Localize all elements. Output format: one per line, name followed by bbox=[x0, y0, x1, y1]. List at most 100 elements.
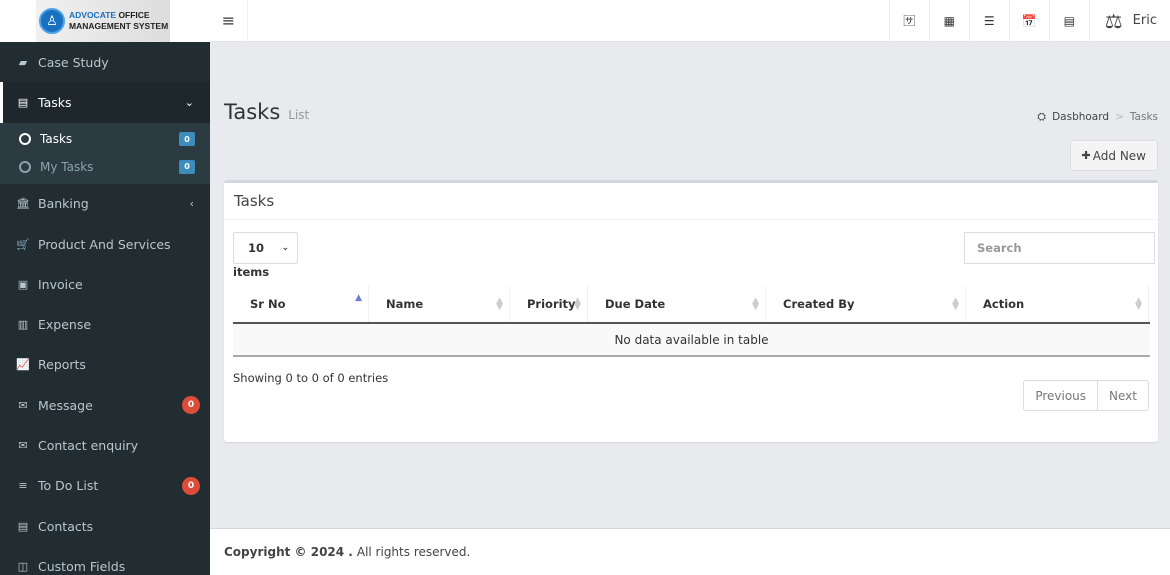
add-new-label: Add New bbox=[1092, 148, 1146, 163]
sidebar-item-invoice[interactable]: ▣ Invoice bbox=[0, 264, 210, 304]
sort-icon: ▲ ▼ bbox=[496, 296, 503, 312]
page-header: Tasks List bbox=[224, 100, 309, 124]
sidebar-item-label: Expense bbox=[38, 317, 92, 333]
sidebar-item-message[interactable]: ✉ Message 0 bbox=[0, 385, 210, 425]
advocate-emblem-icon: ♙ bbox=[39, 8, 65, 34]
sidebar-submenu-tasks: Tasks 0 My Tasks 0 bbox=[0, 122, 210, 184]
logo[interactable]: ♙ ADVOCATE OFFICE MANAGEMENT SYSTEM bbox=[0, 0, 210, 42]
plus-icon: ✚ bbox=[1081, 149, 1091, 162]
column-label: Due Date bbox=[605, 297, 666, 311]
tasks-icon[interactable]: ▤ bbox=[1048, 0, 1089, 42]
sidebar-item-contact-enquiry[interactable]: ✉ Contact enquiry bbox=[0, 425, 210, 465]
column-header-sr-no[interactable]: Sr No ▲ bbox=[233, 286, 369, 322]
indent-list-icon[interactable]: ☰ bbox=[968, 0, 1009, 42]
logo-line1-rest: OFFICE bbox=[116, 10, 150, 20]
sort-icon: ▲ ▼ bbox=[1135, 296, 1142, 312]
top-navbar: ≡ 🈂 ▦ ☰ 📅 ▤ ⚖ Eric bbox=[210, 0, 1170, 42]
footer: Copyright © 2024 . All rights reserved. bbox=[210, 528, 1170, 575]
user-avatar-icon: ⚖ bbox=[1104, 8, 1123, 33]
column-header-action[interactable]: Action ▲ ▼ bbox=[966, 286, 1149, 322]
items-label: items bbox=[233, 265, 270, 279]
page-length-select[interactable]: 10 ⌄ bbox=[233, 232, 298, 264]
sidebar-item-label: Reports bbox=[38, 357, 86, 373]
logo-line2: MANAGEMENT SYSTEM bbox=[69, 21, 169, 31]
banking-icon: 🏛 bbox=[16, 197, 30, 211]
circle-icon bbox=[19, 160, 31, 173]
logo-line1-blue: ADVOCATE bbox=[69, 10, 117, 20]
sidebar-item-reports[interactable]: 📈 Reports bbox=[0, 345, 210, 385]
user-menu[interactable]: ⚖ Eric bbox=[1088, 0, 1170, 42]
sidebar-item-label: Contacts bbox=[38, 518, 94, 534]
column-header-due-date[interactable]: Due Date ▲ ▼ bbox=[588, 286, 766, 322]
sidebar-item-custom-fields[interactable]: ◫ Custom Fields bbox=[0, 546, 210, 575]
search-input[interactable]: Search bbox=[964, 232, 1155, 264]
submenu-item-my-tasks[interactable]: My Tasks 0 bbox=[0, 153, 210, 181]
submenu-item-label: Tasks bbox=[40, 132, 73, 147]
circle-icon bbox=[19, 133, 31, 146]
column-label: Action bbox=[983, 297, 1025, 311]
top-icons: 🈂 ▦ ☰ 📅 ▤ ⚖ Eric bbox=[888, 0, 1170, 42]
page-length-value: 10 bbox=[248, 241, 265, 255]
copyright-text: Copyright © 2024 . bbox=[224, 545, 353, 559]
sort-ascending-icon: ▲ bbox=[355, 293, 362, 303]
tasks-icon: ▤ bbox=[17, 95, 29, 109]
previous-button[interactable]: Previous bbox=[1023, 380, 1099, 411]
add-new-button[interactable]: ✚ Add New bbox=[1069, 140, 1158, 171]
table-info: Showing 0 to 0 of 0 entries bbox=[233, 371, 389, 385]
calendar-icon[interactable]: 📅 bbox=[1008, 0, 1049, 42]
contacts-icon: ▤ bbox=[17, 519, 29, 533]
language-icon[interactable]: 🈂 bbox=[888, 0, 929, 42]
count-badge: 0 bbox=[182, 476, 200, 495]
breadcrumb-separator: > bbox=[1115, 111, 1124, 123]
column-label: Priority bbox=[527, 297, 576, 311]
column-header-name[interactable]: Name ▲ ▼ bbox=[369, 286, 510, 322]
reports-icon: 📈 bbox=[16, 358, 30, 372]
sidebar-item-label: Banking bbox=[38, 196, 89, 212]
empty-table-row: No data available in table bbox=[233, 324, 1150, 357]
sidebar-item-product-and-services[interactable]: 🛒 Product And Services bbox=[0, 224, 210, 264]
count-badge: 0 bbox=[182, 396, 200, 415]
case-study-icon: ▰ bbox=[18, 55, 28, 69]
sidebar-item-label: Product And Services bbox=[38, 236, 171, 252]
count-badge: 0 bbox=[179, 132, 195, 147]
breadcrumb-home-link[interactable]: Dasbhoard bbox=[1052, 111, 1109, 123]
submenu-item-tasks[interactable]: Tasks 0 bbox=[0, 126, 210, 154]
apps-grid-icon[interactable]: ▦ bbox=[928, 0, 969, 42]
app: ♙ ADVOCATE OFFICE MANAGEMENT SYSTEM ≡ 🈂 ▦… bbox=[0, 0, 1170, 575]
sort-icon: ▲ ▼ bbox=[574, 296, 581, 312]
sidebar-item-tasks[interactable]: ▤ Tasks ⌄ bbox=[0, 82, 210, 123]
next-button[interactable]: Next bbox=[1097, 380, 1149, 411]
logo-text: ADVOCATE OFFICE MANAGEMENT SYSTEM bbox=[69, 10, 168, 32]
column-label: Sr No bbox=[250, 297, 286, 311]
submenu-item-label: My Tasks bbox=[40, 159, 94, 174]
sidebar-item-banking[interactable]: 🏛 Banking ‹ bbox=[0, 184, 210, 224]
table-header: Sr No ▲ Name ▲ ▼ Priority ▲ ▼ Due Date ▲ ▼ Created … bbox=[233, 286, 1150, 324]
sidebar-item-contacts[interactable]: ▤ Contacts bbox=[0, 506, 210, 546]
page-title: Tasks bbox=[224, 100, 281, 124]
count-badge: 0 bbox=[179, 159, 195, 174]
sort-icon: ▲ ▼ bbox=[952, 296, 959, 312]
box-title: Tasks bbox=[224, 183, 1158, 220]
sidebar-item-label: Contact enquiry bbox=[38, 438, 139, 454]
sidebar: ▰ Case Study ▤ Tasks ⌄ Tasks 0 My Tasks 0 🏛 Bankin… bbox=[0, 42, 210, 575]
chevron-left-icon: ‹ bbox=[189, 197, 194, 211]
column-header-priority[interactable]: Priority ▲ ▼ bbox=[510, 286, 588, 322]
sidebar-toggle-icon[interactable]: ≡ bbox=[210, 0, 248, 42]
breadcrumb: ⛭ Dasbhoard > Tasks bbox=[1037, 110, 1158, 124]
dashboard-icon: ⛭ bbox=[1037, 110, 1047, 123]
to-do-list-icon: ≡ bbox=[18, 479, 28, 493]
contact-enquiry-icon: ✉ bbox=[18, 439, 28, 453]
sidebar-item-label: To Do List bbox=[38, 478, 99, 494]
sidebar-item-label: Custom Fields bbox=[38, 558, 126, 574]
pagination: Previous Next bbox=[1023, 380, 1149, 411]
sidebar-item-case-study[interactable]: ▰ Case Study bbox=[0, 42, 210, 82]
tasks-box: Tasks 10 ⌄ items Search Sr No ▲ Name ▲ ▼ Prio… bbox=[224, 180, 1158, 442]
column-header-created-by[interactable]: Created By ▲ ▼ bbox=[766, 286, 966, 322]
sidebar-item-label: Tasks bbox=[38, 94, 72, 110]
sidebar-item-label: Invoice bbox=[38, 276, 83, 292]
chevron-down-icon: ⌄ bbox=[184, 95, 194, 109]
sidebar-item-expense[interactable]: ▥ Expense bbox=[0, 304, 210, 344]
sidebar-item-to-do-list[interactable]: ≡ To Do List 0 bbox=[0, 466, 210, 506]
expense-icon: ▥ bbox=[17, 318, 29, 332]
page-subtitle: List bbox=[288, 108, 310, 122]
